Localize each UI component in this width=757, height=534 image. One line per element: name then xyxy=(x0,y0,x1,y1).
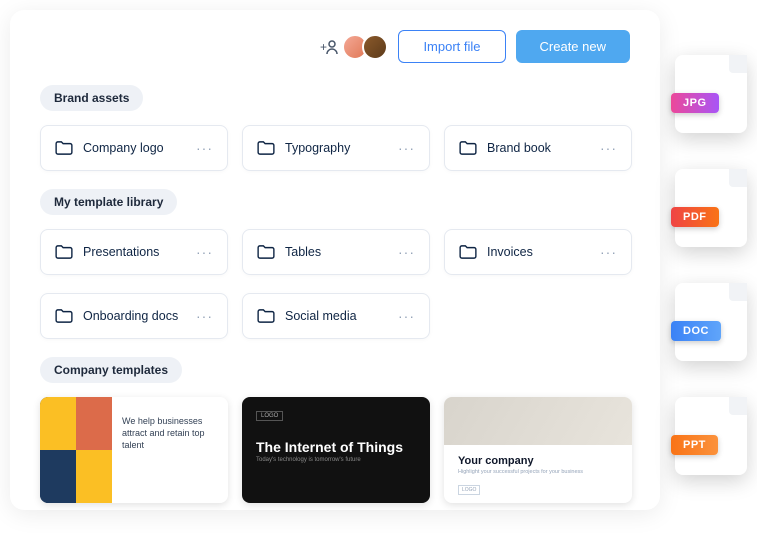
section-brand-assets: Brand assets Company logo ··· Typography… xyxy=(40,85,630,171)
folder-presentations[interactable]: Presentations ··· xyxy=(40,229,228,275)
folder-typography[interactable]: Typography ··· xyxy=(242,125,430,171)
template-card[interactable]: LOGO The Internet of Things Today's tech… xyxy=(242,397,430,503)
folder-icon xyxy=(257,141,275,155)
import-file-button[interactable]: Import file xyxy=(398,30,505,63)
file-type-label: JPG xyxy=(671,93,719,113)
avatar[interactable] xyxy=(362,34,388,60)
folder-icon xyxy=(55,245,73,259)
file-badge-pdf: PDF xyxy=(675,169,747,247)
folder-label: Presentations xyxy=(83,245,186,259)
template-title: Your company xyxy=(458,455,618,467)
create-new-button[interactable]: Create new xyxy=(516,30,630,63)
file-badge-doc: DOC xyxy=(675,283,747,361)
file-type-badges: JPG PDF DOC PPT xyxy=(675,55,747,475)
folder-invoices[interactable]: Invoices ··· xyxy=(444,229,632,275)
add-user-icon[interactable]: + xyxy=(320,39,338,55)
section-title: Company templates xyxy=(40,357,182,383)
main-panel: + Import file Create new Brand assets Co… xyxy=(10,10,660,510)
template-subtitle: Today's technology is tomorrow's future xyxy=(256,457,416,463)
template-thumbnail xyxy=(444,397,632,445)
template-subtitle: Highlight your successful projects for y… xyxy=(458,469,618,475)
template-card[interactable]: We help businesses attract and retain to… xyxy=(40,397,228,503)
template-thumbnail xyxy=(40,397,112,503)
more-icon[interactable]: ··· xyxy=(398,308,415,324)
more-icon[interactable]: ··· xyxy=(196,308,213,324)
folder-onboarding-docs[interactable]: Onboarding docs ··· xyxy=(40,293,228,339)
more-icon[interactable]: ··· xyxy=(196,244,213,260)
section-template-library: My template library Presentations ··· Ta… xyxy=(40,189,630,339)
template-card[interactable]: Your company Highlight your successful p… xyxy=(444,397,632,503)
template-title: The Internet of Things xyxy=(256,439,416,455)
folder-company-logo[interactable]: Company logo ··· xyxy=(40,125,228,171)
folder-icon xyxy=(257,309,275,323)
folder-label: Company logo xyxy=(83,141,186,155)
more-icon[interactable]: ··· xyxy=(600,244,617,260)
folder-icon xyxy=(55,309,73,323)
folder-label: Typography xyxy=(285,141,388,155)
file-type-label: PDF xyxy=(671,207,719,227)
folder-label: Onboarding docs xyxy=(83,309,186,323)
folder-icon xyxy=(459,245,477,259)
more-icon[interactable]: ··· xyxy=(600,140,617,156)
section-title: Brand assets xyxy=(40,85,143,111)
more-icon[interactable]: ··· xyxy=(398,244,415,260)
template-logo: LOGO xyxy=(256,411,283,421)
section-company-templates: Company templates We help businesses att… xyxy=(40,357,630,503)
template-logo: LOGO xyxy=(458,485,480,495)
folder-label: Social media xyxy=(285,309,388,323)
section-title: My template library xyxy=(40,189,177,215)
file-badge-ppt: PPT xyxy=(675,397,747,475)
svg-text:+: + xyxy=(320,40,327,54)
folder-icon xyxy=(459,141,477,155)
collaborator-avatars xyxy=(348,34,388,60)
file-badge-jpg: JPG xyxy=(675,55,747,133)
more-icon[interactable]: ··· xyxy=(398,140,415,156)
top-bar: + Import file Create new xyxy=(40,30,630,63)
more-icon[interactable]: ··· xyxy=(196,140,213,156)
file-type-label: PPT xyxy=(671,435,718,455)
folder-icon xyxy=(257,245,275,259)
template-headline: We help businesses attract and retain to… xyxy=(112,397,228,503)
folder-label: Invoices xyxy=(487,245,590,259)
folder-label: Brand book xyxy=(487,141,590,155)
file-type-label: DOC xyxy=(671,321,721,341)
folder-social-media[interactable]: Social media ··· xyxy=(242,293,430,339)
folder-label: Tables xyxy=(285,245,388,259)
folder-brand-book[interactable]: Brand book ··· xyxy=(444,125,632,171)
folder-icon xyxy=(55,141,73,155)
folder-tables[interactable]: Tables ··· xyxy=(242,229,430,275)
